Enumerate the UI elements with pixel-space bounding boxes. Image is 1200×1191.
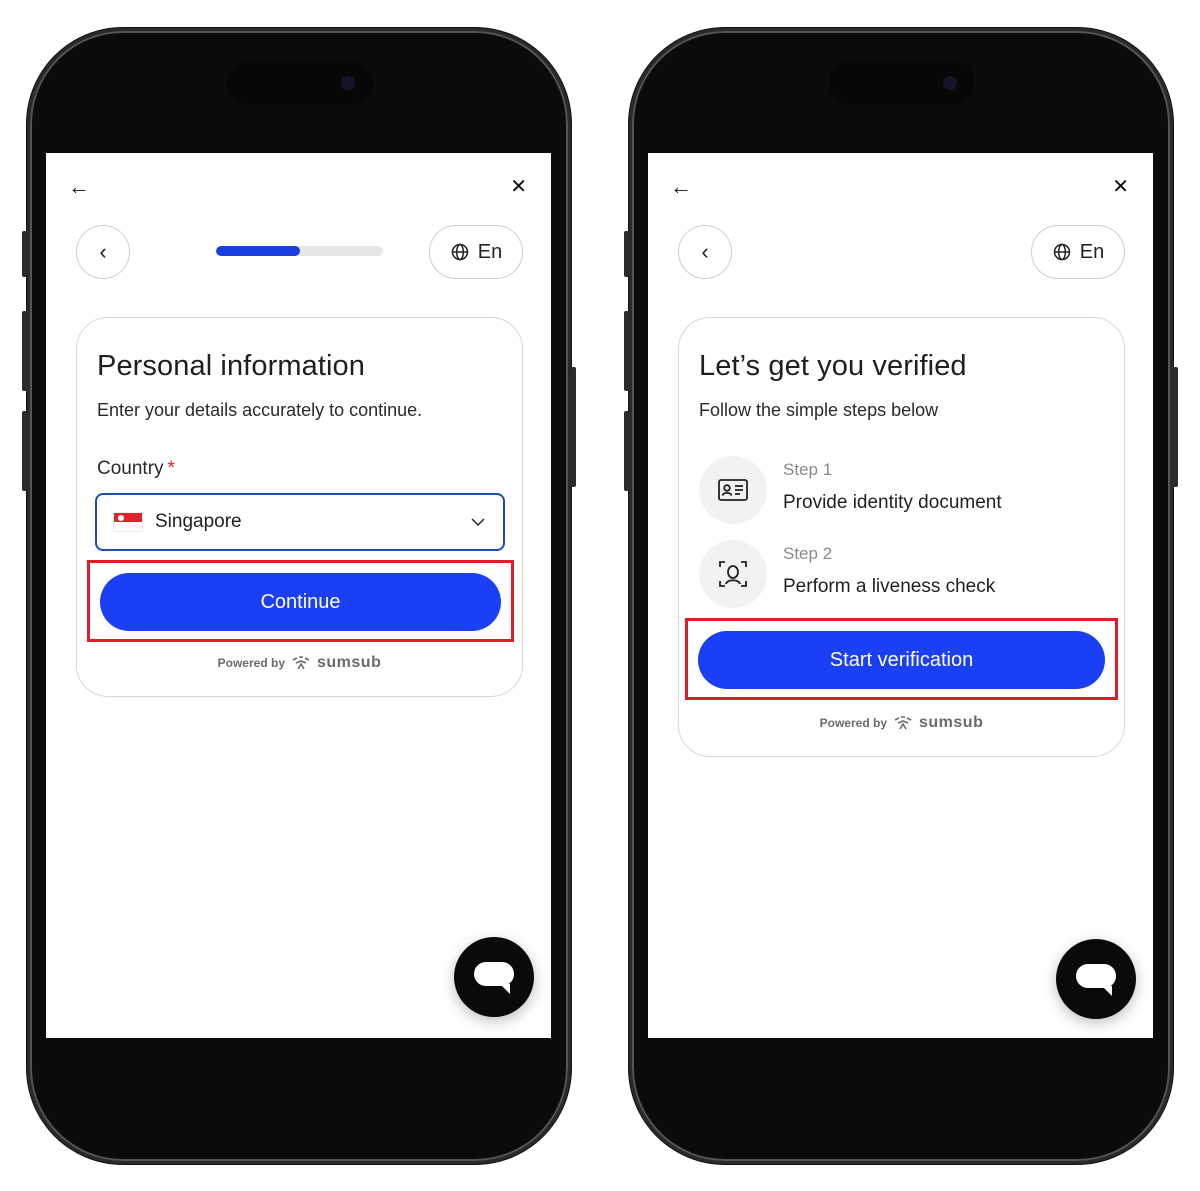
highlight-box: Start verification <box>685 618 1118 700</box>
powered-by-text: Powered by <box>819 716 887 730</box>
progress-fill <box>216 246 300 256</box>
step-item-liveness: Step 2 Perform a liveness check <box>699 540 1099 612</box>
sumsub-logo-icon <box>894 716 912 730</box>
step-nav-row: ‹ En <box>76 225 523 279</box>
phone-power-button <box>1173 367 1178 487</box>
phone-side-button <box>624 231 629 277</box>
page-subtitle: Follow the simple steps below <box>699 400 939 420</box>
phone-volume-up <box>22 311 27 391</box>
close-icon[interactable]: ✕ <box>1112 175 1129 199</box>
required-mark: * <box>167 458 175 479</box>
powered-by-footer: Powered by sumsub <box>679 714 1124 732</box>
dynamic-island <box>227 61 373 105</box>
screen-personal-info: ← ✕ ‹ En Personal information Enter your… <box>46 153 551 1038</box>
page-subtitle: Enter your details accurately to continu… <box>97 400 423 420</box>
phone-volume-up <box>624 311 629 391</box>
globe-icon <box>451 243 469 261</box>
powered-by-text: Powered by <box>217 656 285 670</box>
step-title: Perform a liveness check <box>783 576 996 597</box>
language-label: En <box>477 240 503 263</box>
singapore-flag-icon <box>113 512 143 532</box>
step-back-button[interactable]: ‹ <box>76 225 130 279</box>
phone-side-button <box>22 231 27 277</box>
step-back-button[interactable]: ‹ <box>678 225 732 279</box>
close-icon[interactable]: ✕ <box>510 175 527 199</box>
camera-lens <box>341 76 355 90</box>
progress-bar <box>216 246 383 256</box>
page-title: Personal information <box>97 350 365 382</box>
chevron-down-icon <box>471 518 485 527</box>
back-arrow-icon[interactable]: ← <box>68 175 90 199</box>
brand-name: sumsub <box>919 714 984 731</box>
sumsub-logo-icon <box>292 656 310 670</box>
chat-button[interactable] <box>1056 939 1136 1019</box>
chevron-left-icon: ‹ <box>99 239 107 264</box>
globe-icon <box>1053 243 1071 261</box>
face-scan-icon <box>719 561 747 587</box>
brand-name: sumsub <box>317 654 382 671</box>
highlight-box: Continue <box>87 560 514 642</box>
page-title: Let’s get you verified <box>699 350 967 382</box>
country-label: Country * <box>97 458 175 480</box>
chevron-left-icon: ‹ <box>701 239 709 264</box>
phone-volume-down <box>22 411 27 491</box>
step-label: Step 2 <box>783 544 833 563</box>
back-arrow-icon[interactable]: ← <box>670 175 692 199</box>
start-verification-button[interactable]: Start verification <box>698 631 1105 689</box>
step-nav-row: ‹ En <box>678 225 1125 279</box>
phone-frame-right: ← ✕ ‹ En Let’s get you verified Follow t… <box>624 28 1178 1164</box>
chat-bubble-icon <box>474 962 514 994</box>
id-card-icon <box>718 479 748 501</box>
step-icon-container <box>699 540 767 608</box>
step-item-document: Step 1 Provide identity document <box>699 456 1099 528</box>
step-label: Step 1 <box>783 460 833 479</box>
step-icon-container <box>699 456 767 524</box>
chat-button[interactable] <box>454 937 534 1017</box>
language-label: En <box>1079 240 1105 263</box>
language-selector[interactable]: En <box>1031 225 1125 279</box>
phone-frame-left: ← ✕ ‹ En Personal information Enter your… <box>22 28 576 1164</box>
chat-bubble-icon <box>1076 964 1116 996</box>
personal-info-card: Personal information Enter your details … <box>76 317 523 697</box>
verification-intro-card: Let’s get you verified Follow the simple… <box>678 317 1125 757</box>
continue-button[interactable]: Continue <box>100 573 501 631</box>
step-title: Provide identity document <box>783 492 1002 513</box>
country-select-value: Singapore <box>155 511 242 532</box>
phone-power-button <box>571 367 576 487</box>
top-bar: ← ✕ <box>648 175 1153 199</box>
top-bar: ← ✕ <box>46 175 551 199</box>
phone-volume-down <box>624 411 629 491</box>
language-selector[interactable]: En <box>429 225 523 279</box>
camera-lens <box>943 76 957 90</box>
dynamic-island <box>829 61 975 105</box>
country-label-text: Country <box>97 458 164 479</box>
powered-by-footer: Powered by sumsub <box>77 654 522 672</box>
screen-verification-intro: ← ✕ ‹ En Let’s get you verified Follow t… <box>648 153 1153 1038</box>
country-select[interactable]: Singapore <box>95 493 505 551</box>
